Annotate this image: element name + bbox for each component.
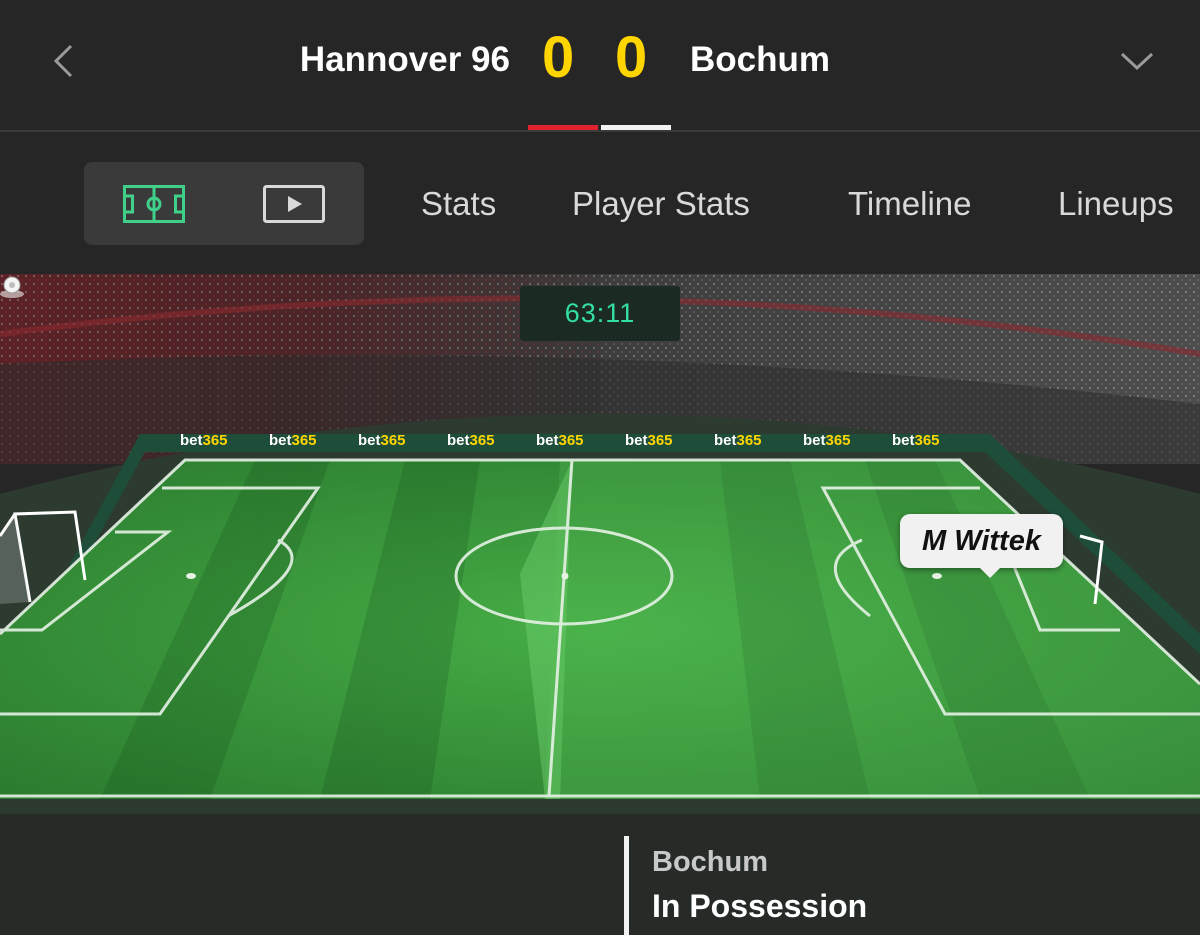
stadium-graphic: bet365 bet365 bet365 bet365 bet365 bet36… [0, 274, 1200, 935]
svg-text:bet365: bet365 [714, 432, 762, 449]
match-clock: 63:11 [520, 286, 680, 341]
pitch-icon [123, 184, 185, 223]
back-button[interactable] [40, 36, 90, 86]
tab-timeline[interactable]: Timeline [848, 185, 971, 223]
svg-text:bet365: bet365 [180, 432, 228, 449]
match-header: Hannover 96 0 0 Bochum [0, 0, 1200, 132]
away-team-name: Bochum [690, 40, 830, 79]
player-label: M Wittek [900, 514, 1063, 568]
svg-text:bet365: bet365 [358, 432, 406, 449]
tab-player-stats[interactable]: Player Stats [572, 185, 750, 223]
possession-indicator-bar [624, 836, 629, 935]
pitch-view-button[interactable] [84, 162, 224, 245]
svg-text:bet365: bet365 [803, 432, 851, 449]
svg-text:bet365: bet365 [625, 432, 673, 449]
home-team-name: Hannover 96 [299, 40, 510, 79]
ad-board-text: bet365 bet365 bet365 bet365 bet365 bet36… [180, 432, 940, 449]
ball-icon [0, 276, 24, 298]
expand-button[interactable] [1112, 36, 1162, 86]
tab-stats[interactable]: Stats [421, 185, 496, 223]
svg-text:bet365: bet365 [892, 432, 940, 449]
svg-text:bet365: bet365 [536, 432, 584, 449]
back-chevron-icon [53, 44, 73, 78]
view-toggle [84, 162, 364, 245]
pitch-visualisation: bet365 bet365 bet365 bet365 bet365 bet36… [0, 274, 1200, 935]
possession-team: Bochum [652, 846, 768, 878]
header-divider [0, 130, 1200, 132]
possession-status: In Possession [652, 888, 868, 924]
home-score: 0 [542, 25, 575, 90]
player-label-pointer [978, 566, 1002, 578]
video-view-button[interactable] [224, 162, 364, 245]
svg-text:bet365: bet365 [447, 432, 495, 449]
tab-lineups[interactable]: Lineups [1058, 185, 1174, 223]
tab-bar: Stats Player Stats Timeline Lineups [0, 133, 1200, 274]
away-score: 0 [615, 25, 648, 90]
chevron-down-icon [1120, 52, 1154, 71]
svg-text:bet365: bet365 [269, 432, 317, 449]
video-play-icon [263, 184, 325, 223]
